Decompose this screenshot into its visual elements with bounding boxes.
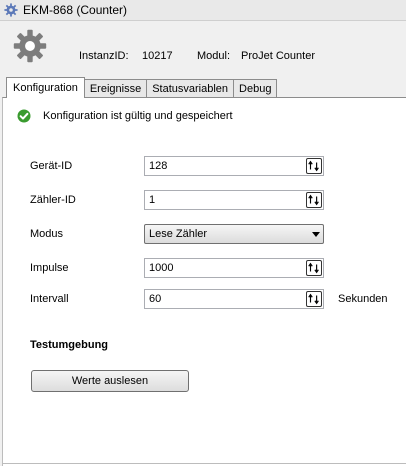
device-id-input[interactable]: 128 xyxy=(144,156,324,176)
check-circle-icon xyxy=(17,109,31,123)
tab-konfiguration[interactable]: Konfiguration xyxy=(6,77,85,98)
gear-icon xyxy=(4,3,18,17)
configuration-panel: Konfiguration ist gültig und gespeichert… xyxy=(2,97,406,466)
mode-value: Lese Zähler xyxy=(149,228,208,240)
pulses-value: 1000 xyxy=(149,262,174,274)
test-section-heading: Testumgebung xyxy=(30,339,109,351)
instance-id-label: InstanzID: xyxy=(79,50,129,62)
status-text: Konfiguration ist gültig und gespeichert xyxy=(43,110,233,122)
window-titlebar: EKM-868 (Counter) xyxy=(0,0,406,21)
chevron-down-icon xyxy=(309,231,323,237)
mode-label: Modus xyxy=(30,228,64,240)
mode-select[interactable]: Lese Zähler xyxy=(144,224,324,244)
spin-arrows-icon[interactable] xyxy=(306,260,322,276)
instance-id-value: 10217 xyxy=(142,50,173,62)
interval-unit: Sekunden xyxy=(338,293,388,305)
counter-id-input[interactable]: 1 xyxy=(144,190,324,210)
read-values-button[interactable]: Werte auslesen xyxy=(31,370,189,392)
status-message: Konfiguration ist gültig und gespeichert xyxy=(17,109,233,123)
gear-icon xyxy=(13,29,47,63)
divider xyxy=(2,463,406,464)
pulses-label: Impulse xyxy=(30,262,69,274)
tab-bar: Konfiguration Ereignisse Statusvariablen… xyxy=(6,77,278,98)
interval-label: Intervall xyxy=(30,293,69,305)
spin-arrows-icon[interactable] xyxy=(306,158,322,174)
module-value: ProJet Counter xyxy=(241,50,315,62)
device-id-value: 128 xyxy=(149,160,168,172)
tab-statusvariablen[interactable]: Statusvariablen xyxy=(146,79,235,97)
pulses-input[interactable]: 1000 xyxy=(144,258,324,278)
tab-ereignisse[interactable]: Ereignisse xyxy=(83,79,148,97)
device-id-label: Gerät-ID xyxy=(30,160,73,172)
interval-input[interactable]: 60 xyxy=(144,289,324,309)
counter-id-label: Zähler-ID xyxy=(30,194,76,206)
spin-arrows-icon[interactable] xyxy=(306,192,322,208)
spin-arrows-icon[interactable] xyxy=(306,291,322,307)
interval-value: 60 xyxy=(149,293,162,305)
module-label: Modul: xyxy=(197,50,231,62)
window-title: EKM-868 (Counter) xyxy=(23,3,128,17)
counter-id-value: 1 xyxy=(149,194,156,206)
tab-debug[interactable]: Debug xyxy=(233,79,278,97)
